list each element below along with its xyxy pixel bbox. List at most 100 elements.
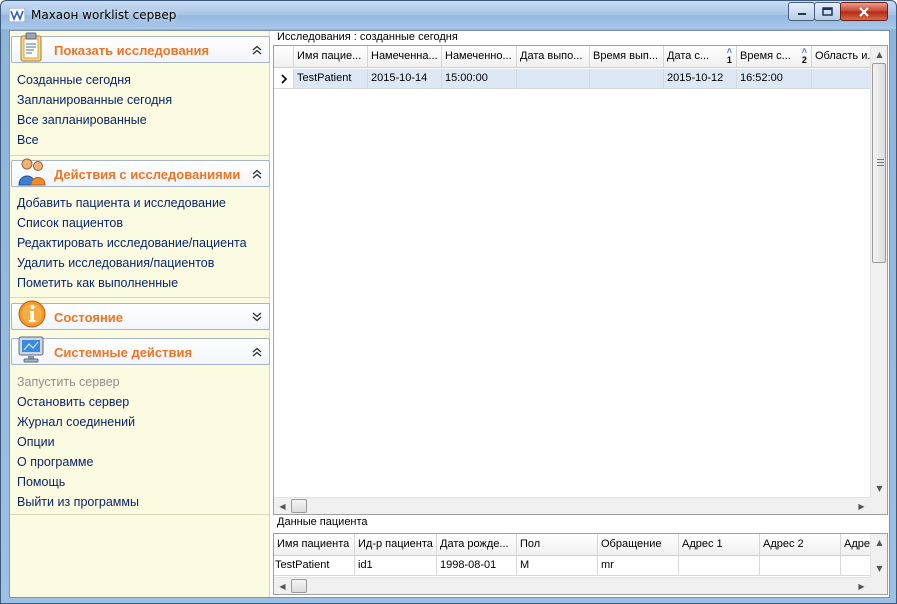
column-header[interactable]: Намеченно... xyxy=(442,46,517,68)
link-delete-studies-patients[interactable]: Удалить исследования/пациентов xyxy=(17,256,214,270)
table-cell[interactable]: id1 xyxy=(355,556,437,576)
table-cell[interactable]: TestPatient xyxy=(294,69,368,89)
column-header[interactable]: Время вып... xyxy=(590,46,664,68)
link-exit[interactable]: Выйти из программы xyxy=(17,495,139,509)
link-scheduled-today[interactable]: Запланированные сегодня xyxy=(17,93,172,107)
app-window: Maxaoн worklist сервер Показать исследов… xyxy=(0,0,897,604)
column-header[interactable]: Имя пациe... xyxy=(294,46,368,68)
column-header[interactable]: Намеченна... xyxy=(368,46,442,68)
studies-horizontal-scrollbar[interactable]: ◀ ▶ xyxy=(274,497,870,514)
studies-vertical-scrollbar[interactable]: ▲ ▼ xyxy=(870,46,887,497)
sort-priority: 2 xyxy=(801,55,807,65)
maximize-button[interactable] xyxy=(814,2,841,21)
group-study-actions-header[interactable]: Действия с исследованиями xyxy=(11,158,270,187)
table-cell[interactable] xyxy=(841,556,870,576)
link-mark-completed[interactable]: Пометить как выполненные xyxy=(17,276,178,290)
table-cell[interactable]: mr xyxy=(598,556,679,576)
current-row-arrow-icon xyxy=(280,74,287,84)
expand-chevron-icon[interactable] xyxy=(251,311,263,323)
table-cell[interactable] xyxy=(812,69,870,89)
table-cell[interactable] xyxy=(760,556,841,576)
collapse-chevron-icon[interactable] xyxy=(251,346,263,358)
sidebar: Показать исследования Созданные сегодня … xyxy=(10,31,270,597)
table-row[interactable]: TestPatient 2015-10-14 15:00:00 2015-10-… xyxy=(274,69,870,89)
column-header[interactable]: Обращение xyxy=(598,534,679,556)
group-show-studies-header[interactable]: Показать исследования xyxy=(11,32,270,63)
link-edit-study-patient[interactable]: Редактировать исследование/пациента xyxy=(17,236,247,250)
maximize-icon xyxy=(822,7,833,16)
link-about[interactable]: О программе xyxy=(17,455,93,469)
link-all[interactable]: Все xyxy=(17,133,39,147)
close-icon xyxy=(859,6,869,17)
sort-order-badge: ˄ 1 xyxy=(727,47,732,65)
minimize-button[interactable] xyxy=(788,2,815,21)
link-connection-log[interactable]: Журнал соединений xyxy=(17,415,135,429)
window-title: Maxaoн worklist сервер xyxy=(31,8,177,22)
studies-grid: Имя пациe... Намеченна... Намеченно... Д… xyxy=(273,45,888,515)
close-button[interactable] xyxy=(840,2,888,21)
scroll-thumb[interactable] xyxy=(291,579,307,593)
column-header[interactable]: Пол xyxy=(517,534,598,556)
group-title: Показать исследования xyxy=(54,43,210,58)
scroll-down-icon[interactable]: ▼ xyxy=(871,560,888,577)
row-selector[interactable] xyxy=(274,69,294,89)
title-bar[interactable]: Maxaoн worklist сервер xyxy=(1,1,896,29)
link-all-scheduled[interactable]: Все запланированные xyxy=(17,113,147,127)
link-patient-list[interactable]: Список пациентов xyxy=(17,216,123,230)
info-icon xyxy=(18,300,46,328)
patient-vertical-scrollbar[interactable]: ▲ ▼ xyxy=(870,534,887,577)
link-start-server[interactable]: Запустить сервер xyxy=(17,375,120,389)
collapse-chevron-icon[interactable] xyxy=(251,168,263,180)
table-cell[interactable]: 15:00:00 xyxy=(442,69,517,89)
column-header[interactable]: Имя пациента xyxy=(274,534,355,556)
group-show-studies-body: Созданные сегодня Запланированные сегодн… xyxy=(11,64,270,156)
divider xyxy=(10,297,270,298)
column-header[interactable]: Область и... xyxy=(812,46,870,68)
table-cell[interactable]: 2015-10-12 xyxy=(664,69,737,89)
column-header[interactable]: Дата рожде... xyxy=(437,534,517,556)
scroll-down-icon[interactable]: ▼ xyxy=(871,480,888,497)
column-header[interactable]: Ид-р пациента xyxy=(355,534,437,556)
column-header-label: Дата с... xyxy=(667,50,710,62)
table-cell[interactable] xyxy=(590,69,664,89)
sort-priority: 1 xyxy=(726,55,732,65)
column-header[interactable]: Дата выпо... xyxy=(517,46,590,68)
column-header-sorted[interactable]: Время с... ˄ 2 xyxy=(737,46,812,68)
patient-horizontal-scrollbar[interactable]: ◀ ▶ xyxy=(274,577,870,594)
group-system-actions-body: Запустить сервер Остановить сервер Журна… xyxy=(11,366,270,516)
scroll-up-icon[interactable]: ▲ xyxy=(871,46,888,63)
group-title: Действия с исследованиями xyxy=(54,167,241,182)
monitor-icon xyxy=(18,336,44,363)
link-stop-server[interactable]: Остановить сервер xyxy=(17,395,129,409)
table-cell[interactable]: 16:52:00 xyxy=(737,69,812,89)
table-cell[interactable]: 1998-08-01 xyxy=(437,556,517,576)
column-header[interactable]: Адрес 2 xyxy=(760,534,841,556)
link-add-patient-study[interactable]: Добавить пациента и исследование xyxy=(17,196,226,210)
table-row[interactable]: TestPatient id1 1998-08-01 M mr xyxy=(274,556,870,576)
column-header[interactable]: Адрес 1 xyxy=(679,534,760,556)
table-cell[interactable]: TestPatient xyxy=(274,556,355,576)
link-help[interactable]: Помощь xyxy=(17,475,65,489)
collapse-chevron-icon[interactable] xyxy=(251,44,263,56)
users-icon xyxy=(18,158,46,186)
scroll-thumb[interactable] xyxy=(291,499,307,513)
group-status-header[interactable]: Состояние xyxy=(11,300,270,330)
client-area: Показать исследования Созданные сегодня … xyxy=(9,30,890,598)
table-cell[interactable] xyxy=(517,69,590,89)
row-header-corner xyxy=(274,46,294,68)
column-header[interactable]: Адре xyxy=(841,534,870,556)
scroll-right-icon[interactable]: ▶ xyxy=(853,498,870,515)
table-cell[interactable] xyxy=(679,556,760,576)
table-cell[interactable]: M xyxy=(517,556,598,576)
scroll-left-icon[interactable]: ◀ xyxy=(274,578,291,595)
scroll-left-icon[interactable]: ◀ xyxy=(274,498,291,515)
column-header-sorted[interactable]: Дата с... ˄ 1 xyxy=(664,46,737,68)
link-created-today[interactable]: Созданные сегодня xyxy=(17,73,131,87)
scroll-corner xyxy=(870,577,887,594)
table-cell[interactable]: 2015-10-14 xyxy=(368,69,442,89)
scroll-thumb[interactable] xyxy=(872,63,886,263)
scroll-up-icon[interactable]: ▲ xyxy=(871,534,888,551)
link-options[interactable]: Опции xyxy=(17,435,55,449)
group-system-actions-header[interactable]: Системные действия xyxy=(11,336,270,365)
scroll-right-icon[interactable]: ▶ xyxy=(853,578,870,595)
